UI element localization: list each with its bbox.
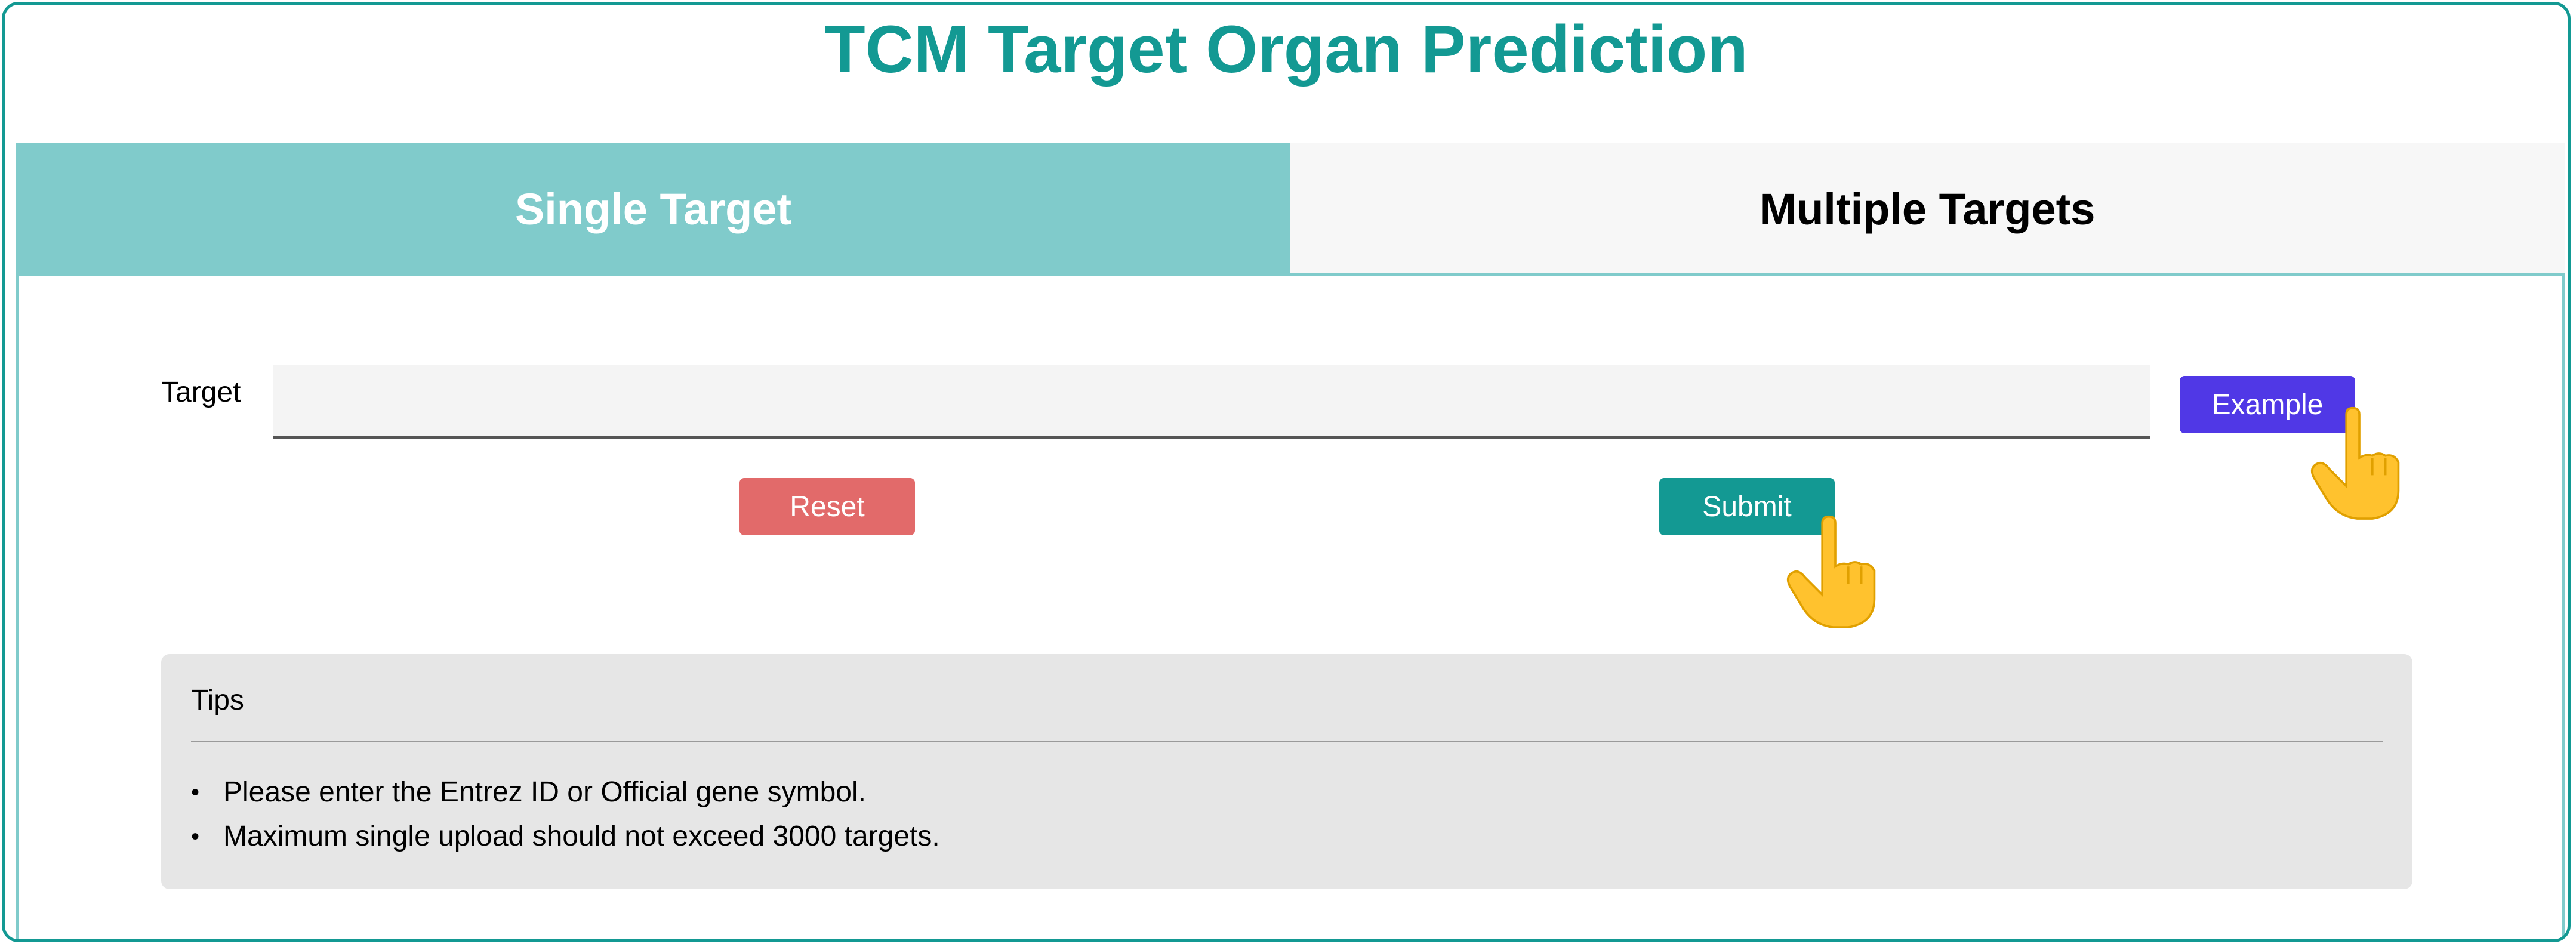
tab-bar: Single Target Multiple Targets bbox=[16, 143, 2565, 274]
tips-list: • Please enter the Entrez ID or Official… bbox=[191, 770, 940, 859]
tab-single-target[interactable]: Single Target bbox=[16, 143, 1290, 274]
pointing-hand-icon bbox=[2310, 406, 2400, 520]
bullet-icon: • bbox=[191, 779, 200, 806]
bullet-icon: • bbox=[191, 823, 200, 850]
tip-text: Maximum single upload should not exceed … bbox=[223, 820, 940, 852]
reset-button[interactable]: Reset bbox=[739, 478, 915, 535]
target-input[interactable] bbox=[273, 365, 2150, 439]
page-title: TCM Target Organ Prediction bbox=[824, 12, 1748, 87]
tab-multiple-targets[interactable]: Multiple Targets bbox=[1290, 143, 2565, 274]
tip-item: • Please enter the Entrez ID or Official… bbox=[191, 770, 940, 815]
tip-item: • Maximum single upload should not excee… bbox=[191, 815, 940, 859]
tips-title: Tips bbox=[191, 684, 244, 716]
tips-box: Tips • Please enter the Entrez ID or Off… bbox=[161, 654, 2412, 889]
tips-divider bbox=[191, 741, 2383, 742]
tip-text: Please enter the Entrez ID or Official g… bbox=[223, 776, 866, 808]
target-label: Target bbox=[161, 377, 241, 408]
pointing-hand-icon bbox=[1786, 515, 1876, 628]
